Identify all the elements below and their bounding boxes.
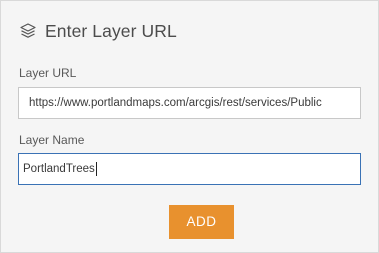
layer-name-label: Layer Name — [19, 133, 85, 147]
layer-name-input[interactable]: PortlandTrees — [18, 153, 361, 185]
layer-url-label: Layer URL — [19, 66, 77, 80]
panel-header: Enter Layer URL — [19, 19, 177, 43]
layer-url-value: https://www.portlandmaps.com/arcgis/rest… — [29, 97, 322, 109]
layer-name-value: PortlandTrees — [23, 163, 95, 175]
panel-title: Enter Layer URL — [45, 20, 177, 41]
layers-icon — [19, 22, 37, 40]
layer-url-input[interactable]: https://www.portlandmaps.com/arcgis/rest… — [18, 87, 361, 119]
enter-layer-url-panel: Enter Layer URL Layer URL https://www.po… — [0, 0, 379, 253]
text-caret — [95, 161, 97, 176]
add-button[interactable]: ADD — [169, 205, 234, 239]
